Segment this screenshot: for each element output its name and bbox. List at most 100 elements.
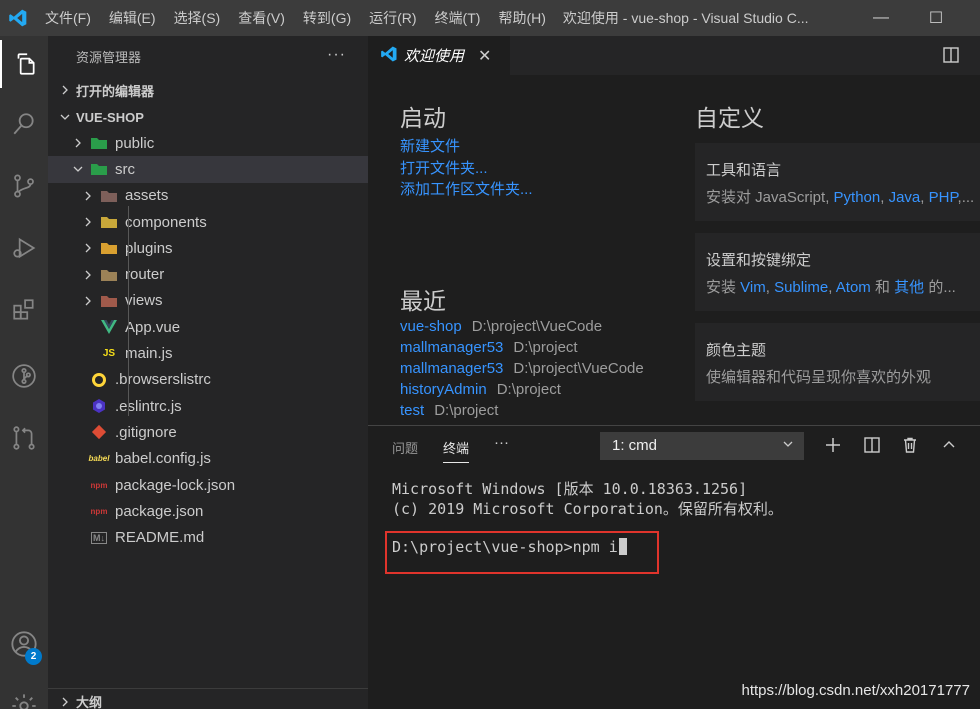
tools-languages-card[interactable]: 工具和语言 安装对 JavaScript, Python, Java, PHP,… <box>695 143 980 221</box>
open-folder-link[interactable]: 打开文件夹... <box>400 157 488 178</box>
settings-icon[interactable] <box>0 682 48 709</box>
recent-item-path: D:\project\VueCode <box>513 360 644 377</box>
recent-item-name[interactable]: vue-shop <box>400 318 462 335</box>
highlight-box <box>385 531 659 574</box>
tree-item-label: views <box>125 292 163 310</box>
recent-item-name[interactable]: test <box>400 402 424 419</box>
maximize-panel-icon[interactable] <box>939 435 959 455</box>
project-section[interactable]: VUE-SHOP <box>48 104 368 130</box>
tree-folder[interactable]: public <box>48 130 368 156</box>
menu-view[interactable]: 查看(V) <box>229 0 294 36</box>
vim-link[interactable]: Vim <box>740 279 766 296</box>
java-link[interactable]: Java <box>889 189 921 206</box>
tree-file[interactable]: babel babel.config.js <box>48 446 368 472</box>
extensions-icon[interactable] <box>0 286 48 334</box>
card-desc-suffix: ,... <box>957 189 975 206</box>
recent-item[interactable]: test D:\project <box>400 402 498 419</box>
tree-folder[interactable]: views <box>48 288 368 314</box>
card-description: 安装对 JavaScript, Python, Java, PHP,... <box>706 189 975 206</box>
others-link[interactable]: 其他 <box>894 279 924 296</box>
menu-run[interactable]: 运行(R) <box>360 0 425 36</box>
account-icon[interactable]: 2 <box>0 620 48 668</box>
color-theme-card[interactable]: 颜色主题 使编辑器和代码呈现你喜欢的外观 <box>695 323 980 401</box>
tab-welcome-label: 欢迎使用 <box>404 48 465 65</box>
recent-item-name[interactable]: mallmanager53 <box>400 339 503 356</box>
tree-file[interactable]: .eslintrc.js <box>48 393 368 419</box>
chevron-right-icon <box>80 217 96 227</box>
source-control-icon[interactable] <box>0 162 48 210</box>
split-editor-icon[interactable] <box>942 46 960 64</box>
tree-folder[interactable]: router <box>48 261 368 287</box>
more-actions-button[interactable]: ··· <box>327 46 346 64</box>
tree-folder[interactable]: components <box>48 209 368 235</box>
npm-icon: npm <box>90 480 108 490</box>
terminal-select[interactable]: 1: cmd <box>600 432 804 460</box>
explorer-sidebar: 资源管理器 ··· 打开的编辑器 VUE-SHOP public src asset… <box>48 36 368 709</box>
tree-file[interactable]: npm package.json <box>48 498 368 524</box>
php-link[interactable]: PHP <box>929 189 958 206</box>
close-icon[interactable]: ✕ <box>478 46 491 66</box>
tree-folder[interactable]: assets <box>48 183 368 209</box>
panel-more-button[interactable]: ··· <box>494 434 509 451</box>
recent-item[interactable]: mallmanager53 D:\project\VueCode <box>400 360 644 377</box>
menu-file[interactable]: 文件(F) <box>36 0 100 36</box>
tree-file[interactable]: M↓ README.md <box>48 524 368 550</box>
folder-icon <box>100 240 118 256</box>
chevron-right-icon <box>80 243 96 253</box>
search-icon[interactable] <box>0 100 48 148</box>
folder-icon <box>90 135 108 151</box>
menu-help[interactable]: 帮助(H) <box>489 0 554 36</box>
new-file-link[interactable]: 新建文件 <box>400 135 460 156</box>
open-editors-section[interactable]: 打开的编辑器 <box>48 77 368 103</box>
title-bar: 文件(F) 编辑(E) 选择(S) 查看(V) 转到(G) 运行(R) 终端(T… <box>0 0 980 36</box>
menu-edit[interactable]: 编辑(E) <box>100 0 165 36</box>
trash-icon[interactable] <box>900 435 920 455</box>
tab-terminal[interactable]: 终端 <box>443 438 470 463</box>
menu-terminal[interactable]: 终端(T) <box>426 0 490 36</box>
git-graph-icon[interactable] <box>0 352 48 400</box>
tree-folder[interactable]: plugins <box>48 235 368 261</box>
customize-heading: 自定义 <box>695 105 764 131</box>
chevron-right-icon <box>80 296 96 306</box>
menu-selection[interactable]: 选择(S) <box>165 0 230 36</box>
tree-item-label: src <box>115 160 135 178</box>
recent-item[interactable]: vue-shop D:\project\VueCode <box>400 318 602 335</box>
tree-file[interactable]: .gitignore <box>48 419 368 445</box>
watermark: https://blog.csdn.net/xxh20171777 <box>741 682 970 699</box>
javascript-icon: JS <box>102 348 116 360</box>
run-debug-icon[interactable] <box>0 224 48 272</box>
git-icon <box>90 424 108 440</box>
tree-folder[interactable]: src <box>48 156 368 183</box>
outline-section[interactable]: 大纲 <box>48 688 368 709</box>
tree-item-label: .eslintrc.js <box>115 397 182 415</box>
menu-go[interactable]: 转到(G) <box>294 0 360 36</box>
minimize-button[interactable]: — <box>858 0 904 36</box>
recent-item-name[interactable]: mallmanager53 <box>400 360 503 377</box>
account-badge: 2 <box>25 648 42 665</box>
tree-file[interactable]: App.vue <box>48 314 368 340</box>
tree-file[interactable]: JS main.js <box>48 340 368 366</box>
recent-item-path: D:\project <box>496 381 561 398</box>
sublime-link[interactable]: Sublime <box>774 279 828 296</box>
settings-keybindings-card[interactable]: 设置和按键绑定 安装 Vim, Sublime, Atom 和 其他 的... <box>695 233 980 311</box>
tab-problems[interactable]: 问题 <box>392 438 418 457</box>
atom-link[interactable]: Atom <box>836 279 871 296</box>
recent-item-name[interactable]: historyAdmin <box>400 381 487 398</box>
recent-item[interactable]: mallmanager53 D:\project <box>400 339 578 356</box>
vscode-logo-icon <box>0 0 36 36</box>
add-workspace-folder-link[interactable]: 添加工作区文件夹... <box>400 178 533 199</box>
chevron-right-icon <box>54 697 76 707</box>
maximize-button[interactable]: ☐ <box>913 0 959 36</box>
recent-item-path: D:\project\VueCode <box>471 318 603 335</box>
tab-welcome[interactable]: 欢迎使用 ✕ <box>368 36 510 75</box>
split-terminal-icon[interactable] <box>862 435 882 455</box>
recent-item[interactable]: historyAdmin D:\project <box>400 381 561 398</box>
chevron-down-icon <box>782 432 794 460</box>
add-terminal-icon[interactable] <box>823 435 843 455</box>
remote-icon[interactable] <box>0 414 48 462</box>
tree-file[interactable]: .browserslistrc <box>48 367 368 393</box>
tree-item-label: router <box>125 266 165 284</box>
python-link[interactable]: Python <box>834 189 881 206</box>
tree-file[interactable]: npm package-lock.json <box>48 472 368 498</box>
explorer-icon[interactable] <box>0 40 48 88</box>
